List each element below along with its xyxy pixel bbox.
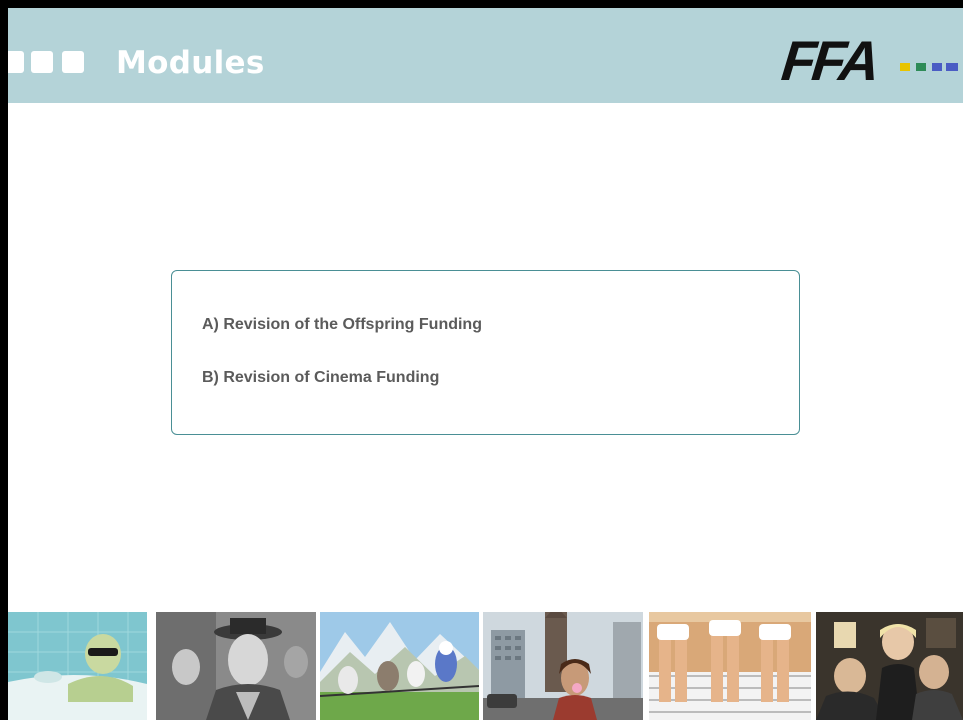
logo-wordmark: FFA bbox=[778, 29, 880, 92]
slide-title: Modules bbox=[116, 45, 265, 81]
slide-top-border bbox=[0, 0, 963, 8]
logo-dot bbox=[900, 63, 910, 71]
bathtub-photo-icon bbox=[8, 612, 147, 720]
logo-dot bbox=[932, 63, 942, 71]
portrait-hat-photo-icon bbox=[156, 612, 316, 720]
header-bar: Modules FFA bbox=[2, 8, 963, 103]
logo-dot bbox=[946, 63, 958, 71]
animated-birds-photo-icon bbox=[320, 612, 479, 720]
group-portrait-photo-icon bbox=[816, 612, 963, 720]
city-street-photo-icon bbox=[483, 612, 643, 720]
bullet-square-icon bbox=[31, 51, 53, 73]
content-box: A) Revision of the Offspring Funding B) … bbox=[171, 270, 800, 435]
logo-dot bbox=[916, 63, 926, 71]
list-item: B) Revision of Cinema Funding bbox=[202, 369, 440, 386]
ffa-logo-icon: FFA bbox=[779, 29, 962, 92]
slide-left-border bbox=[0, 0, 8, 720]
slide: Modules FFA A) Revision of the Offspring… bbox=[0, 0, 963, 720]
balcony-legs-photo-icon bbox=[649, 612, 811, 720]
bullet-square-icon bbox=[62, 51, 84, 73]
logo-dots bbox=[900, 63, 960, 73]
filmstrip bbox=[8, 612, 963, 720]
list-item: A) Revision of the Offspring Funding bbox=[202, 316, 482, 333]
